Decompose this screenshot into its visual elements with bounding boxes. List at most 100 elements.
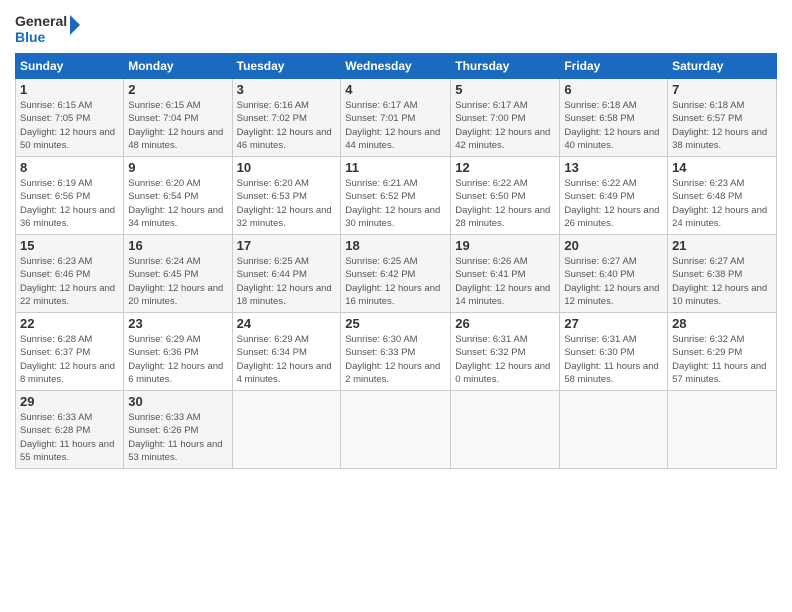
day-info: Sunrise: 6:29 AM Sunset: 6:36 PM Dayligh… bbox=[128, 333, 227, 386]
day-cell: 1Sunrise: 6:15 AM Sunset: 7:05 PM Daylig… bbox=[16, 79, 124, 157]
day-number: 26 bbox=[455, 316, 555, 331]
day-cell: 19 Sunrise: 6:26 AM Sunset: 6:41 PM Dayli… bbox=[451, 235, 560, 313]
col-header-sunday: Sunday bbox=[16, 54, 124, 79]
day-number: 10 bbox=[237, 160, 337, 175]
day-cell: 2Sunrise: 6:15 AM Sunset: 7:04 PM Daylig… bbox=[124, 79, 232, 157]
day-cell bbox=[668, 391, 777, 469]
day-info: Sunrise: 6:18 AM Sunset: 6:57 PM Dayligh… bbox=[672, 99, 772, 152]
day-info: Sunrise: 6:33 AM Sunset: 6:26 PM Dayligh… bbox=[128, 411, 227, 464]
day-number: 18 bbox=[345, 238, 446, 253]
day-number: 29 bbox=[20, 394, 119, 409]
svg-text:Blue: Blue bbox=[15, 29, 46, 45]
day-cell: 12 Sunrise: 6:22 AM Sunset: 6:50 PM Dayli… bbox=[451, 157, 560, 235]
day-cell: 28 Sunrise: 6:32 AM Sunset: 6:29 PM Dayli… bbox=[668, 313, 777, 391]
day-cell: 22 Sunrise: 6:28 AM Sunset: 6:37 PM Dayli… bbox=[16, 313, 124, 391]
day-cell: 21Sunrise: 6:27 AM Sunset: 6:38 PM Dayli… bbox=[668, 235, 777, 313]
day-cell: 29 Sunrise: 6:33 AM Sunset: 6:28 PM Dayli… bbox=[16, 391, 124, 469]
day-number: 22 bbox=[20, 316, 119, 331]
day-info: Sunrise: 6:22 AM Sunset: 6:50 PM Dayligh… bbox=[455, 177, 555, 230]
day-cell bbox=[560, 391, 668, 469]
main-container: GeneralBlue SundayMondayTuesdayWednesday… bbox=[0, 0, 792, 479]
day-cell: 24 Sunrise: 6:29 AM Sunset: 6:34 PM Dayli… bbox=[232, 313, 341, 391]
logo: GeneralBlue bbox=[15, 10, 85, 45]
day-number: 7 bbox=[672, 82, 772, 97]
day-info: Sunrise: 6:17 AM Sunset: 7:01 PM Dayligh… bbox=[345, 99, 446, 152]
day-cell: 7 Sunrise: 6:18 AM Sunset: 6:57 PM Daylig… bbox=[668, 79, 777, 157]
day-info: Sunrise: 6:24 AM Sunset: 6:45 PM Dayligh… bbox=[128, 255, 227, 308]
day-info: Sunrise: 6:17 AM Sunset: 7:00 PM Dayligh… bbox=[455, 99, 555, 152]
day-info: Sunrise: 6:26 AM Sunset: 6:41 PM Dayligh… bbox=[455, 255, 555, 308]
day-number: 30 bbox=[128, 394, 227, 409]
day-cell: 15 Sunrise: 6:23 AM Sunset: 6:46 PM Dayli… bbox=[16, 235, 124, 313]
day-cell: 8Sunrise: 6:19 AM Sunset: 6:56 PM Daylig… bbox=[16, 157, 124, 235]
day-cell: 26 Sunrise: 6:31 AM Sunset: 6:32 PM Dayli… bbox=[451, 313, 560, 391]
day-info: Sunrise: 6:25 AM Sunset: 6:42 PM Dayligh… bbox=[345, 255, 446, 308]
col-header-friday: Friday bbox=[560, 54, 668, 79]
day-info: Sunrise: 6:19 AM Sunset: 6:56 PM Dayligh… bbox=[20, 177, 119, 230]
day-cell: 9 Sunrise: 6:20 AM Sunset: 6:54 PM Daylig… bbox=[124, 157, 232, 235]
col-header-wednesday: Wednesday bbox=[341, 54, 451, 79]
header-row: SundayMondayTuesdayWednesdayThursdayFrid… bbox=[16, 54, 777, 79]
day-info: Sunrise: 6:28 AM Sunset: 6:37 PM Dayligh… bbox=[20, 333, 119, 386]
day-cell: 20Sunrise: 6:27 AM Sunset: 6:40 PM Dayli… bbox=[560, 235, 668, 313]
day-cell: 10Sunrise: 6:20 AM Sunset: 6:53 PM Dayli… bbox=[232, 157, 341, 235]
day-cell: 17 Sunrise: 6:25 AM Sunset: 6:44 PM Dayli… bbox=[232, 235, 341, 313]
day-number: 14 bbox=[672, 160, 772, 175]
day-cell: 23 Sunrise: 6:29 AM Sunset: 6:36 PM Dayli… bbox=[124, 313, 232, 391]
col-header-tuesday: Tuesday bbox=[232, 54, 341, 79]
day-info: Sunrise: 6:18 AM Sunset: 6:58 PM Dayligh… bbox=[564, 99, 663, 152]
day-info: Sunrise: 6:33 AM Sunset: 6:28 PM Dayligh… bbox=[20, 411, 119, 464]
day-number: 13 bbox=[564, 160, 663, 175]
calendar-table: SundayMondayTuesdayWednesdayThursdayFrid… bbox=[15, 53, 777, 469]
day-cell: 30 Sunrise: 6:33 AM Sunset: 6:26 PM Dayli… bbox=[124, 391, 232, 469]
day-cell bbox=[451, 391, 560, 469]
day-info: Sunrise: 6:27 AM Sunset: 6:38 PM Dayligh… bbox=[672, 255, 772, 308]
day-cell bbox=[232, 391, 341, 469]
day-info: Sunrise: 6:23 AM Sunset: 6:48 PM Dayligh… bbox=[672, 177, 772, 230]
week-row-3: 15 Sunrise: 6:23 AM Sunset: 6:46 PM Dayli… bbox=[16, 235, 777, 313]
day-cell bbox=[341, 391, 451, 469]
day-number: 25 bbox=[345, 316, 446, 331]
day-number: 23 bbox=[128, 316, 227, 331]
col-header-thursday: Thursday bbox=[451, 54, 560, 79]
week-row-5: 29 Sunrise: 6:33 AM Sunset: 6:28 PM Dayli… bbox=[16, 391, 777, 469]
day-number: 6 bbox=[564, 82, 663, 97]
day-number: 27 bbox=[564, 316, 663, 331]
header: GeneralBlue bbox=[15, 10, 777, 45]
day-cell: 14 Sunrise: 6:23 AM Sunset: 6:48 PM Dayli… bbox=[668, 157, 777, 235]
day-cell: 18 Sunrise: 6:25 AM Sunset: 6:42 PM Dayli… bbox=[341, 235, 451, 313]
day-info: Sunrise: 6:31 AM Sunset: 6:32 PM Dayligh… bbox=[455, 333, 555, 386]
day-number: 17 bbox=[237, 238, 337, 253]
col-header-monday: Monday bbox=[124, 54, 232, 79]
day-number: 15 bbox=[20, 238, 119, 253]
day-number: 28 bbox=[672, 316, 772, 331]
day-number: 24 bbox=[237, 316, 337, 331]
day-cell: 27Sunrise: 6:31 AM Sunset: 6:30 PM Dayli… bbox=[560, 313, 668, 391]
logo-icon: GeneralBlue bbox=[15, 10, 85, 45]
day-number: 12 bbox=[455, 160, 555, 175]
day-info: Sunrise: 6:15 AM Sunset: 7:04 PM Dayligh… bbox=[128, 99, 227, 152]
col-header-saturday: Saturday bbox=[668, 54, 777, 79]
day-info: Sunrise: 6:32 AM Sunset: 6:29 PM Dayligh… bbox=[672, 333, 772, 386]
day-info: Sunrise: 6:29 AM Sunset: 6:34 PM Dayligh… bbox=[237, 333, 337, 386]
day-cell: 13 Sunrise: 6:22 AM Sunset: 6:49 PM Dayli… bbox=[560, 157, 668, 235]
week-row-4: 22 Sunrise: 6:28 AM Sunset: 6:37 PM Dayli… bbox=[16, 313, 777, 391]
day-info: Sunrise: 6:22 AM Sunset: 6:49 PM Dayligh… bbox=[564, 177, 663, 230]
day-number: 4 bbox=[345, 82, 446, 97]
day-cell: 11Sunrise: 6:21 AM Sunset: 6:52 PM Dayli… bbox=[341, 157, 451, 235]
day-info: Sunrise: 6:16 AM Sunset: 7:02 PM Dayligh… bbox=[237, 99, 337, 152]
day-cell: 3Sunrise: 6:16 AM Sunset: 7:02 PM Daylig… bbox=[232, 79, 341, 157]
day-number: 11 bbox=[345, 160, 446, 175]
day-info: Sunrise: 6:15 AM Sunset: 7:05 PM Dayligh… bbox=[20, 99, 119, 152]
svg-text:General: General bbox=[15, 13, 67, 29]
day-cell: 25Sunrise: 6:30 AM Sunset: 6:33 PM Dayli… bbox=[341, 313, 451, 391]
day-cell: 5Sunrise: 6:17 AM Sunset: 7:00 PM Daylig… bbox=[451, 79, 560, 157]
day-info: Sunrise: 6:27 AM Sunset: 6:40 PM Dayligh… bbox=[564, 255, 663, 308]
day-info: Sunrise: 6:20 AM Sunset: 6:54 PM Dayligh… bbox=[128, 177, 227, 230]
day-number: 9 bbox=[128, 160, 227, 175]
day-info: Sunrise: 6:23 AM Sunset: 6:46 PM Dayligh… bbox=[20, 255, 119, 308]
day-number: 19 bbox=[455, 238, 555, 253]
week-row-2: 8Sunrise: 6:19 AM Sunset: 6:56 PM Daylig… bbox=[16, 157, 777, 235]
day-info: Sunrise: 6:25 AM Sunset: 6:44 PM Dayligh… bbox=[237, 255, 337, 308]
week-row-1: 1Sunrise: 6:15 AM Sunset: 7:05 PM Daylig… bbox=[16, 79, 777, 157]
